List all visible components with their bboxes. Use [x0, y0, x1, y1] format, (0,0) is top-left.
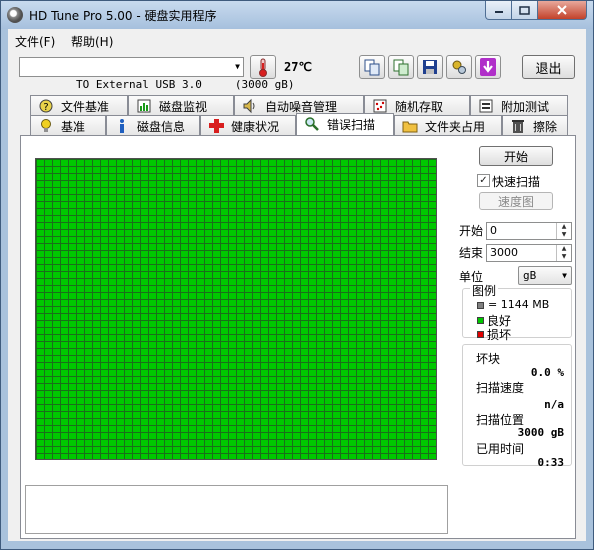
block-map-grid	[35, 158, 437, 460]
download-button[interactable]	[475, 55, 501, 79]
tab-random-access[interactable]: 随机存取	[364, 95, 470, 115]
start-spinbox[interactable]: 0 ▲ ▼	[486, 222, 572, 240]
legend-good-swatch	[477, 317, 484, 324]
log-textbox[interactable]	[25, 485, 448, 534]
bad-blocks-value: 0.0 %	[530, 366, 564, 379]
trash-icon	[512, 120, 524, 133]
tab-extra-tests[interactable]: 附加测试	[470, 95, 568, 115]
disk-app-icon	[7, 7, 23, 23]
quick-scan-checkbox[interactable]: ✓	[477, 174, 490, 187]
tab-label: 附加测试	[501, 100, 550, 114]
floppy-disk-icon	[423, 60, 437, 74]
tab-label: 磁盘信息	[137, 120, 186, 134]
tab-label: 擦除	[533, 120, 558, 134]
close-button[interactable]	[537, 1, 587, 20]
tab-label: 磁盘监视	[159, 100, 208, 114]
legend-damaged-swatch	[477, 331, 484, 338]
tab-label: 基准	[61, 120, 86, 134]
copy-green-icon	[393, 59, 409, 76]
tab-aam[interactable]: 自动噪音管理	[234, 95, 364, 115]
scan-position-value: 3000 gB	[517, 426, 564, 439]
checkmark-icon: ✓	[479, 175, 488, 186]
unit-select[interactable]: gB ▼	[518, 266, 572, 285]
legend-damaged-label: 损坏	[487, 328, 512, 342]
legend-block-swatch	[477, 302, 484, 309]
tab-benchmark[interactable]: 基准	[30, 115, 106, 135]
client-area: 文件(F) 帮助(H) TO External USB 3.0 (3000 gB…	[8, 29, 586, 541]
chevron-down-icon: ▼	[235, 62, 240, 71]
chevron-down-icon: ▼	[562, 271, 567, 280]
scatter-icon	[373, 99, 387, 113]
tab-label: 文件夹占用	[425, 120, 486, 134]
svg-text:?: ?	[43, 102, 48, 113]
error-scan-panel: 开始 ✓ 快速扫描 速度图 开始 0 ▲ ▼ 结束 3000 ▲ ▼ 单位 gB ▼	[20, 135, 576, 539]
folder-icon	[402, 121, 418, 133]
scan-speed-label: 扫描速度	[476, 381, 525, 395]
minimize-button[interactable]	[485, 1, 512, 20]
minimize-icon	[494, 11, 503, 13]
copy-all-button[interactable]	[388, 55, 414, 79]
maximize-button[interactable]	[511, 1, 538, 20]
legend-title: 图例	[470, 282, 499, 299]
copy-icon	[364, 59, 380, 76]
tab-health[interactable]: 健康状况	[200, 115, 296, 135]
tab-disk-monitor[interactable]: 磁盘监视	[128, 95, 234, 115]
spin-arrows-icon[interactable]: ▲ ▼	[556, 223, 571, 239]
lightbulb-icon	[41, 119, 51, 132]
menu-help[interactable]: 帮助(H)	[71, 33, 113, 50]
start-scan-button[interactable]: 开始	[479, 146, 553, 166]
start-label: 开始	[459, 224, 484, 238]
download-arrow-icon	[480, 58, 496, 76]
bad-blocks-label: 坏块	[476, 352, 501, 366]
info-icon	[120, 119, 124, 133]
menu-bar: 文件(F) 帮助(H)	[8, 29, 586, 51]
close-icon	[557, 5, 567, 15]
options-button[interactable]	[446, 55, 472, 79]
speed-map-button[interactable]: 速度图	[479, 192, 553, 210]
red-cross-icon	[209, 119, 224, 133]
tab-disk-info[interactable]: 磁盘信息	[106, 115, 200, 135]
copy-text-button[interactable]	[359, 55, 385, 79]
end-value: 3000	[490, 246, 518, 259]
legend-block-size: = 1144 MB	[488, 298, 550, 311]
toolbar: TO External USB 3.0 (3000 gB) ▼ 27℃ 退出	[8, 51, 586, 91]
tab-label: 健康状况	[231, 120, 280, 134]
magnifier-icon	[305, 117, 319, 131]
thermometer-icon	[259, 58, 267, 77]
quick-scan-label: 快速扫描	[492, 175, 541, 189]
tab-label: 错误扫描	[327, 118, 376, 132]
tab-label: 随机存取	[395, 100, 444, 114]
file-benchmark-icon: ?	[39, 99, 53, 113]
save-button[interactable]	[417, 55, 443, 79]
tab-file-benchmark[interactable]: ? 文件基准	[30, 95, 128, 115]
speaker-icon	[243, 98, 255, 114]
end-label: 结束	[459, 246, 484, 260]
tab-folder-usage[interactable]: 文件夹占用	[394, 115, 502, 135]
spin-arrows-icon[interactable]: ▲ ▼	[556, 245, 571, 261]
tab-error-scan[interactable]: 错误扫描	[296, 113, 394, 135]
unit-value: gB	[523, 269, 537, 282]
app-window: HD Tune Pro 5.00 - 硬盘实用程序 文件(F) 帮助(H) TO…	[0, 0, 594, 550]
tab-label: 文件基准	[61, 100, 110, 114]
scan-speed-value: n/a	[544, 398, 564, 411]
bar-chart-icon	[137, 99, 151, 113]
extra-tests-icon	[479, 99, 493, 113]
drive-select[interactable]: TO External USB 3.0 (3000 gB) ▼	[19, 57, 295, 91]
elapsed-time-value: 0:33	[537, 456, 565, 469]
start-value: 0	[490, 224, 497, 237]
temperature-readout: 27℃	[284, 60, 312, 74]
title-bar[interactable]: HD Tune Pro 5.00 - 硬盘实用程序	[1, 1, 593, 29]
temperature-button[interactable]	[250, 55, 276, 79]
maximize-icon	[519, 5, 530, 15]
tab-erase[interactable]: 擦除	[502, 115, 568, 135]
end-spinbox[interactable]: 3000 ▲ ▼	[486, 244, 572, 262]
menu-file[interactable]: 文件(F)	[15, 33, 55, 50]
exit-button[interactable]: 退出	[522, 55, 575, 79]
settings-icon	[452, 60, 466, 74]
window-title: HD Tune Pro 5.00 - 硬盘实用程序	[29, 9, 217, 23]
elapsed-time-label: 已用时间	[476, 442, 525, 456]
